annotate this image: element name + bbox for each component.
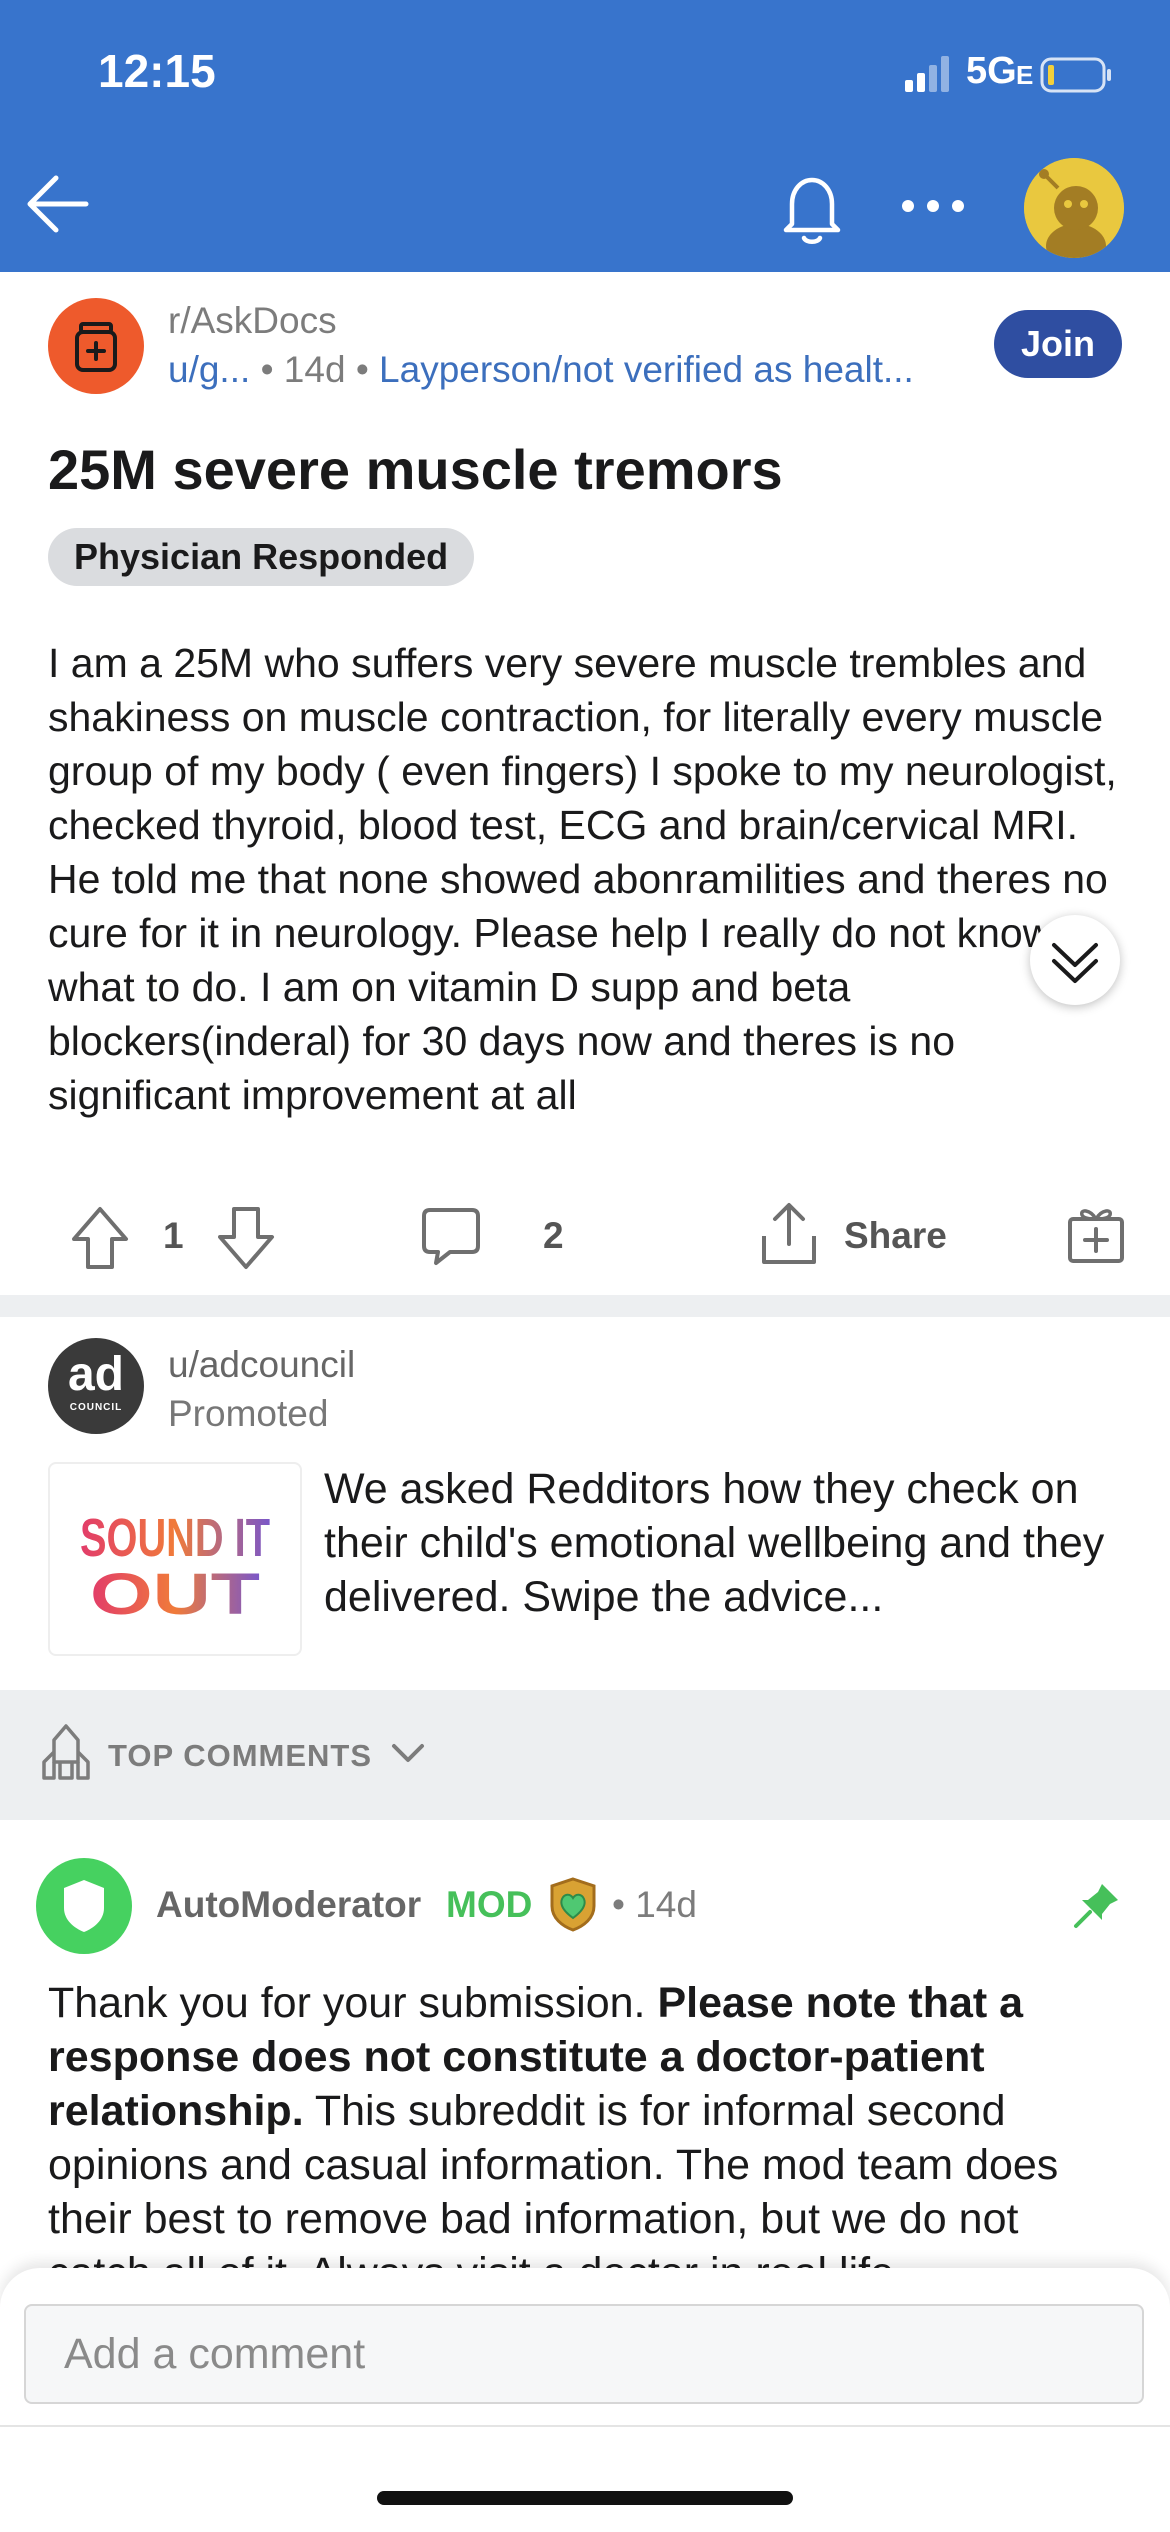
ad-thumb-line1: SOUND IT [80,1508,270,1568]
sort-rocket-icon[interactable] [40,1722,92,1782]
comment-count: 2 [543,1215,564,1256]
post-body: I am a 25M who suffers very severe muscl… [48,640,1117,1118]
heart-badge-icon [550,1877,596,1932]
meta-separator: • [260,349,284,390]
post-author[interactable]: u/g... [168,349,250,390]
user-avatar[interactable] [1024,158,1124,258]
share-icon[interactable] [758,1200,820,1268]
ad-avatar-text: ad [67,1348,124,1401]
comment-icon[interactable] [420,1206,482,1266]
top-app-bar [0,0,1170,272]
user-flair: Layperson/not verified as healt... [379,349,914,390]
comment-body: Thank you for your submission. Please no… [48,1976,1128,2300]
collapse-button[interactable] [1030,915,1120,1005]
ad-avatar[interactable]: ad COUNCIL [48,1338,144,1434]
meta-separator: • [355,349,380,390]
signal-icon [905,56,949,92]
comment-age: 14d [635,1884,697,1925]
comment-text-part1: Thank you for your submission. [48,1979,658,2027]
medicine-bottle-icon [75,322,117,372]
join-button[interactable]: Join [994,310,1122,378]
network-suffix: E [1016,60,1034,90]
promoted-label: Promoted [168,1393,329,1434]
subreddit-icon[interactable] [48,298,144,394]
composer-divider [0,2425,1170,2427]
chevron-down-icon[interactable] [390,1740,426,1768]
share-button[interactable]: Share [844,1215,947,1257]
sort-label[interactable]: TOP COMMENTS [108,1738,372,1774]
ad-thumb-line2: OUT [90,1562,260,1627]
more-dots-icon[interactable] [898,196,968,216]
mod-tag: MOD [446,1884,533,1925]
comment-author[interactable]: AutoModerator [156,1884,421,1926]
back-arrow-icon[interactable] [22,168,94,240]
subreddit-name[interactable]: r/AskDocs [168,300,337,342]
shield-icon [64,1880,104,1932]
ad-text[interactable]: We asked Redditors how they check on the… [324,1462,1124,1624]
post-title: 25M severe muscle tremors [48,438,783,501]
post-meta: u/g... • 14d • Layperson/not verified as… [168,349,914,391]
status-time: 12:15 [98,45,216,97]
downvote-icon[interactable] [216,1205,276,1271]
bell-icon[interactable] [772,168,852,248]
comment-meta: • 14d [612,1884,697,1926]
commenter-avatar[interactable] [36,1858,132,1954]
ad-username[interactable]: u/adcouncil [168,1344,355,1386]
network-type: 5G [966,50,1017,92]
battery-icon [1040,57,1111,93]
ad-thumbnail-graphic: SOUND IT OUT [80,1508,270,1627]
award-gift-icon[interactable] [1066,1203,1126,1265]
add-comment-input[interactable]: Add a comment [24,2304,1144,2404]
home-indicator[interactable] [377,2491,793,2505]
vote-count: 1 [163,1215,184,1256]
user-avatar-icon [1024,158,1124,258]
upvote-icon[interactable] [70,1205,130,1271]
double-chevron-down-icon [1052,943,1098,983]
post-flair[interactable]: Physician Responded [48,528,475,586]
meta-separator: • [612,1884,636,1925]
ad-thumbnail[interactable]: SOUND IT OUT [48,1462,302,1656]
ad-avatar-subtext: COUNCIL [69,1402,123,1413]
post-age: 14d [283,349,346,390]
section-divider [0,1295,1170,1317]
pin-icon [1074,1884,1118,1928]
